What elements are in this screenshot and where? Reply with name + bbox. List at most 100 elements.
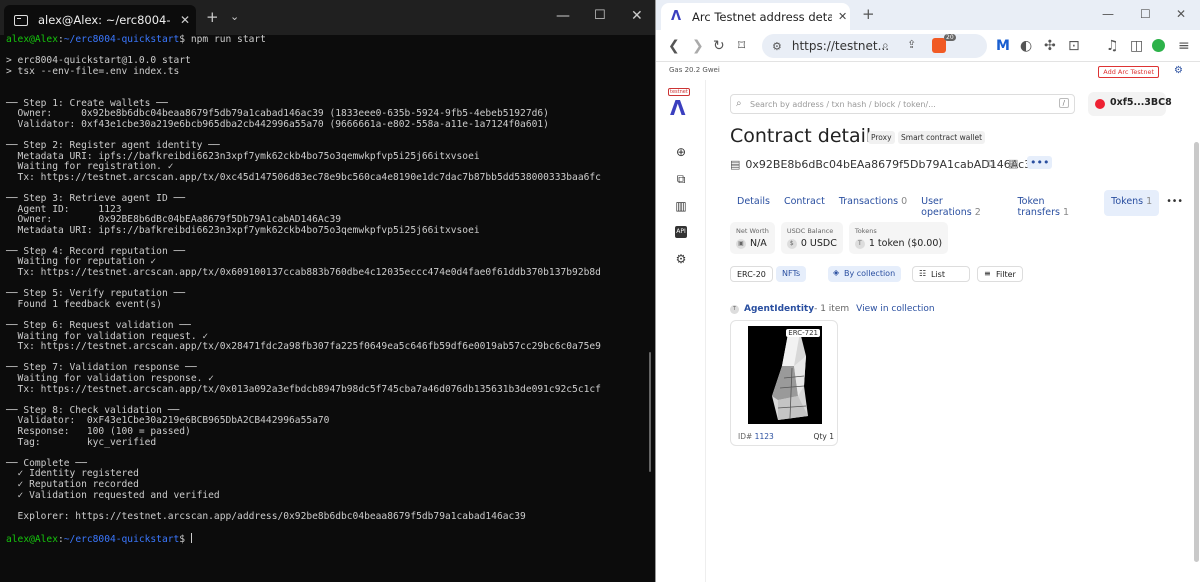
close-tab-icon[interactable]: ✕ bbox=[838, 10, 847, 23]
prompt-user: alex@Alex bbox=[6, 533, 58, 545]
settings-icon[interactable]: ⚙ bbox=[1174, 65, 1183, 76]
close-tab-icon[interactable]: ✕ bbox=[180, 13, 190, 27]
by-collection-button[interactable]: ◈ By collection bbox=[828, 266, 902, 282]
collection-token-icon: T bbox=[730, 304, 739, 314]
browser-tab-title: Arc Testnet address details for 0x bbox=[692, 9, 832, 24]
zoom-icon[interactable]: ⌕ bbox=[882, 38, 889, 53]
terminal-scrollbar[interactable] bbox=[649, 352, 651, 472]
new-tab-icon[interactable]: + bbox=[206, 7, 219, 27]
terminal-line: Explorer: https://testnet.arcscan.app/ad… bbox=[6, 510, 526, 522]
close-window-icon[interactable]: ✕ bbox=[631, 6, 643, 26]
url-text: https://testnet... bbox=[791, 39, 890, 53]
brave-shield-icon[interactable] bbox=[932, 38, 946, 53]
tab-more[interactable]: ••• bbox=[1159, 190, 1190, 216]
prompt-user: alex@Alex bbox=[6, 34, 58, 45]
nft-quantity: Qty 1 bbox=[813, 432, 834, 441]
browser-tabstrip: Λ Arc Testnet address details for 0x ✕ +… bbox=[656, 0, 1200, 30]
nft-card-footer: ID# 1123 Qty 1 bbox=[738, 432, 834, 441]
filter-icon: ≡ bbox=[984, 269, 991, 278]
tab-token-transfers[interactable]: Token transfers 1 bbox=[1010, 190, 1104, 218]
terminal-titlebar: alex@Alex: ~/erc8004-quickstart ✕ + ⌄ — … bbox=[0, 0, 655, 35]
new-tab-icon[interactable]: + bbox=[862, 5, 875, 23]
terminal-line: Tag: kyc_verified bbox=[6, 436, 157, 448]
address-bar[interactable]: ⚙ https://testnet... ⌕ ⇪ 20 bbox=[762, 34, 987, 58]
view-collection-link[interactable]: View in collection bbox=[856, 304, 934, 314]
charts-icon[interactable]: ▥ bbox=[675, 200, 687, 212]
tab-transactions[interactable]: Transactions 0 bbox=[832, 190, 914, 216]
prompt-path: ~/erc8004-quickstart bbox=[63, 34, 180, 45]
extensions-icon[interactable]: ✣ bbox=[1044, 37, 1056, 55]
menu-icon[interactable]: ≡ bbox=[1178, 37, 1190, 55]
prompt-command: npm run start bbox=[185, 34, 266, 45]
gear-icon[interactable]: ⚙ bbox=[675, 253, 687, 265]
list-label: List bbox=[931, 270, 945, 279]
collection-icon: ◈ bbox=[833, 268, 840, 277]
terminal-output[interactable]: alex@Alex:~/erc8004-quickstart$ npm run … bbox=[6, 34, 646, 545]
stat-tokens: Tokens T 1 token ($0.00) bbox=[848, 222, 949, 254]
terminal-cursor bbox=[190, 532, 192, 543]
maximize-icon[interactable]: ☐ bbox=[1140, 5, 1151, 23]
collection-header: T AgentIdentity - 1 item View in collect… bbox=[730, 304, 935, 314]
filter-label: Filter bbox=[996, 270, 1016, 279]
arc-logo[interactable]: Λtestnet bbox=[668, 88, 690, 120]
tab-label: Contract bbox=[783, 196, 825, 207]
filter-button[interactable]: ≡ Filter bbox=[977, 266, 1023, 282]
qr-code-icon[interactable]: ▦ bbox=[1008, 157, 1018, 170]
add-network-button[interactable]: Add Arc Testnet bbox=[1098, 66, 1159, 78]
maximize-icon[interactable]: ☐ bbox=[594, 6, 606, 26]
prompt-path: ~/erc8004-quickstart bbox=[63, 533, 180, 545]
proxy-tag: Proxy bbox=[868, 131, 895, 144]
minimize-icon[interactable]: — bbox=[556, 6, 570, 26]
metamask-icon[interactable]: M bbox=[996, 37, 1010, 55]
list-view-button[interactable]: ☷ List bbox=[912, 266, 970, 282]
tab-user-operations[interactable]: User operations 2 bbox=[914, 190, 1010, 218]
tab-contract[interactable]: Contract bbox=[777, 190, 832, 216]
reload-icon[interactable]: ↻ bbox=[713, 37, 725, 55]
nft-image[interactable]: ERC-721 bbox=[748, 326, 822, 424]
globe-icon[interactable]: ⊕ bbox=[675, 146, 687, 158]
tab-details[interactable]: Details bbox=[730, 190, 777, 216]
search-input[interactable]: ⌕ Search by address / txn hash / block /… bbox=[730, 94, 1075, 114]
tab-erc20[interactable]: ERC-20 bbox=[730, 266, 773, 282]
share-icon[interactable]: ⇪ bbox=[907, 38, 916, 51]
minimize-icon[interactable]: — bbox=[1102, 5, 1114, 23]
sidebar-icon[interactable]: ◫ bbox=[1130, 37, 1143, 55]
page-title: Contract details bbox=[730, 125, 882, 147]
browser-tab[interactable]: Λ Arc Testnet address details for 0x ✕ bbox=[661, 3, 850, 30]
back-icon[interactable]: ❮ bbox=[668, 37, 680, 55]
nft-card[interactable]: ERC-721 ID# 1123 Qty 1 bbox=[730, 320, 838, 446]
nft-id-value[interactable]: 1123 bbox=[755, 432, 774, 441]
tab-label: Tokens bbox=[1111, 196, 1144, 207]
tokens-icon[interactable]: ⧉ bbox=[675, 173, 687, 185]
sidebar: Λtestnet ⊕ ⧉ ▥ API ⚙ bbox=[656, 80, 706, 582]
terminal-line: ── Step 3: Retrieve agent ID ── bbox=[6, 192, 186, 204]
more-actions-icon[interactable]: ••• bbox=[1027, 156, 1053, 169]
terminal-line: ── Step 2: Register agent identity ── bbox=[6, 139, 220, 151]
chevron-down-icon[interactable]: ⌄ bbox=[230, 7, 239, 27]
terminal-window: alex@Alex: ~/erc8004-quickstart ✕ + ⌄ — … bbox=[0, 0, 655, 582]
screenshot-icon[interactable]: ⊡ bbox=[1068, 37, 1080, 55]
stat-usdc-balance: USDC Balance $0 USDC bbox=[780, 222, 843, 254]
rewards-icon[interactable]: ◐ bbox=[1020, 37, 1032, 55]
page-scrollbar[interactable] bbox=[1194, 142, 1199, 562]
search-placeholder: Search by address / txn hash / block / t… bbox=[750, 100, 936, 109]
account-button[interactable]: 0xf5...3BC8 bbox=[1088, 92, 1172, 116]
close-window-icon[interactable]: ✕ bbox=[1176, 5, 1186, 23]
collection-name[interactable]: AgentIdentity bbox=[744, 304, 814, 314]
terminal-line: Tx: https://testnet.arcscan.app/tx/0x609… bbox=[6, 267, 601, 279]
site-settings-icon[interactable]: ⚙ bbox=[772, 40, 782, 53]
vpn-icon[interactable] bbox=[1152, 39, 1165, 52]
tab-count: 1 bbox=[1062, 207, 1069, 218]
bookmark-icon[interactable]: ⌑ bbox=[738, 37, 745, 55]
copy-icon[interactable]: ⧉ bbox=[987, 157, 995, 171]
tab-tokens[interactable]: Tokens 1 bbox=[1104, 190, 1160, 216]
tab-nfts[interactable]: NFTs bbox=[776, 266, 807, 282]
terminal-tab[interactable]: alex@Alex: ~/erc8004-quickstart ✕ bbox=[4, 5, 196, 35]
media-icon[interactable]: ♫ bbox=[1106, 37, 1119, 55]
api-icon[interactable]: API bbox=[675, 226, 687, 238]
forward-icon[interactable]: ❯ bbox=[692, 37, 704, 55]
by-collection-label: By collection bbox=[844, 269, 896, 278]
token-icon: T bbox=[854, 238, 865, 249]
tab-label: Details bbox=[737, 196, 770, 207]
